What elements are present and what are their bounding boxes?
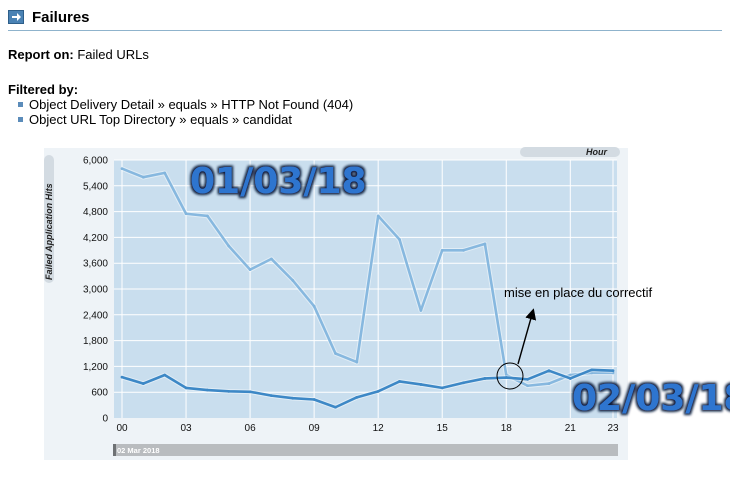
x-tick-label: 06	[245, 423, 257, 434]
y-tick-label: 4,200	[83, 233, 108, 244]
annotation-note: mise en place du correctif	[504, 285, 653, 300]
data-point	[483, 377, 487, 380]
data-point	[547, 382, 551, 385]
data-point	[312, 398, 316, 401]
data-point	[334, 352, 337, 355]
y-tick-label: 2,400	[83, 310, 108, 321]
data-point	[419, 309, 423, 312]
x-tick-label: 18	[501, 423, 513, 434]
data-point	[312, 304, 316, 308]
annotation-date-end: 02/03/18	[572, 378, 730, 419]
data-point	[291, 279, 295, 282]
data-point	[248, 268, 252, 272]
data-point	[462, 381, 465, 385]
data-point	[547, 369, 551, 373]
time-scrollbar[interactable]	[113, 444, 618, 456]
x-tick-label: 21	[565, 423, 577, 434]
data-point	[184, 386, 188, 390]
x-tick-label: 09	[309, 423, 321, 434]
data-point	[355, 360, 359, 364]
data-point	[248, 390, 252, 394]
x-tick-label: 12	[373, 423, 385, 434]
data-point	[334, 405, 337, 409]
data-point	[355, 395, 359, 399]
data-point	[270, 257, 273, 261]
y-tick-label: 5,400	[83, 181, 108, 192]
y-tick-label: 6,000	[83, 156, 108, 167]
data-point	[526, 384, 530, 388]
date-label: 02 Mar 2018	[117, 446, 160, 455]
data-point	[227, 244, 231, 248]
data-point	[163, 373, 167, 377]
data-point	[526, 377, 530, 381]
y-tick-label: 0	[102, 414, 108, 425]
y-tick-label: 600	[91, 388, 108, 399]
y-tick-label: 1,800	[83, 336, 108, 347]
data-point	[483, 242, 487, 246]
data-point	[440, 248, 444, 252]
data-point	[205, 214, 209, 218]
data-point	[419, 383, 423, 386]
data-point	[141, 175, 145, 179]
data-point	[291, 396, 295, 400]
data-point	[205, 388, 209, 392]
failures-chart: Failed Application Hits Hour 06001,2001,…	[44, 147, 730, 460]
y-tick-label: 3,600	[83, 259, 108, 270]
data-point	[270, 394, 273, 398]
x-unit-label: Hour	[586, 147, 607, 157]
data-point	[504, 376, 508, 379]
y-tick-label: 4,800	[83, 207, 108, 218]
y-axis-label: Failed Application Hits	[44, 183, 54, 280]
data-point	[590, 368, 594, 372]
data-point	[120, 375, 124, 379]
x-tick-label: 00	[116, 423, 128, 434]
data-point	[141, 382, 145, 385]
y-tick-label: 1,200	[83, 362, 108, 373]
x-tick-label: 23	[607, 423, 619, 434]
time-scrollbar-handle[interactable]	[113, 444, 116, 456]
x-tick-label: 03	[180, 423, 192, 434]
x-tick-label: 15	[437, 423, 449, 434]
data-point	[227, 389, 231, 393]
y-tick-label: 3,000	[83, 285, 108, 296]
data-point	[398, 380, 401, 383]
data-point	[376, 389, 380, 393]
data-point	[398, 238, 401, 241]
data-point	[376, 214, 380, 218]
data-point	[462, 248, 465, 252]
data-point	[184, 212, 188, 216]
data-point	[163, 171, 167, 175]
data-point	[440, 386, 444, 390]
data-point	[120, 167, 124, 171]
data-point	[611, 369, 615, 373]
annotation-date-start: 01/03/18	[190, 161, 367, 202]
